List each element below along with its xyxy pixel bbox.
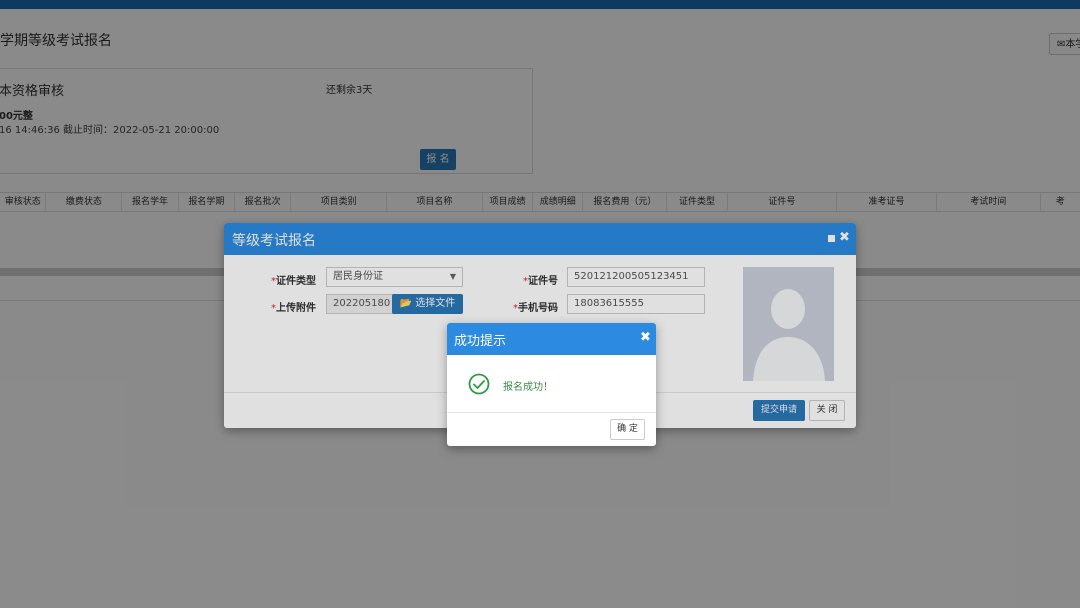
success-message: 报名成功！	[503, 382, 553, 393]
success-title: 成功提示	[454, 334, 507, 349]
success-header: 成功提示 ✖	[447, 323, 656, 355]
close-icon[interactable]: ✖	[640, 330, 651, 345]
success-dialog: 成功提示 ✖ 报名成功！ 确 定	[447, 323, 656, 446]
check-circle-icon	[468, 373, 490, 395]
modal-overlay-secondary	[0, 0, 1080, 608]
success-footer-divider	[447, 412, 656, 413]
ok-button[interactable]: 确 定	[610, 419, 645, 440]
